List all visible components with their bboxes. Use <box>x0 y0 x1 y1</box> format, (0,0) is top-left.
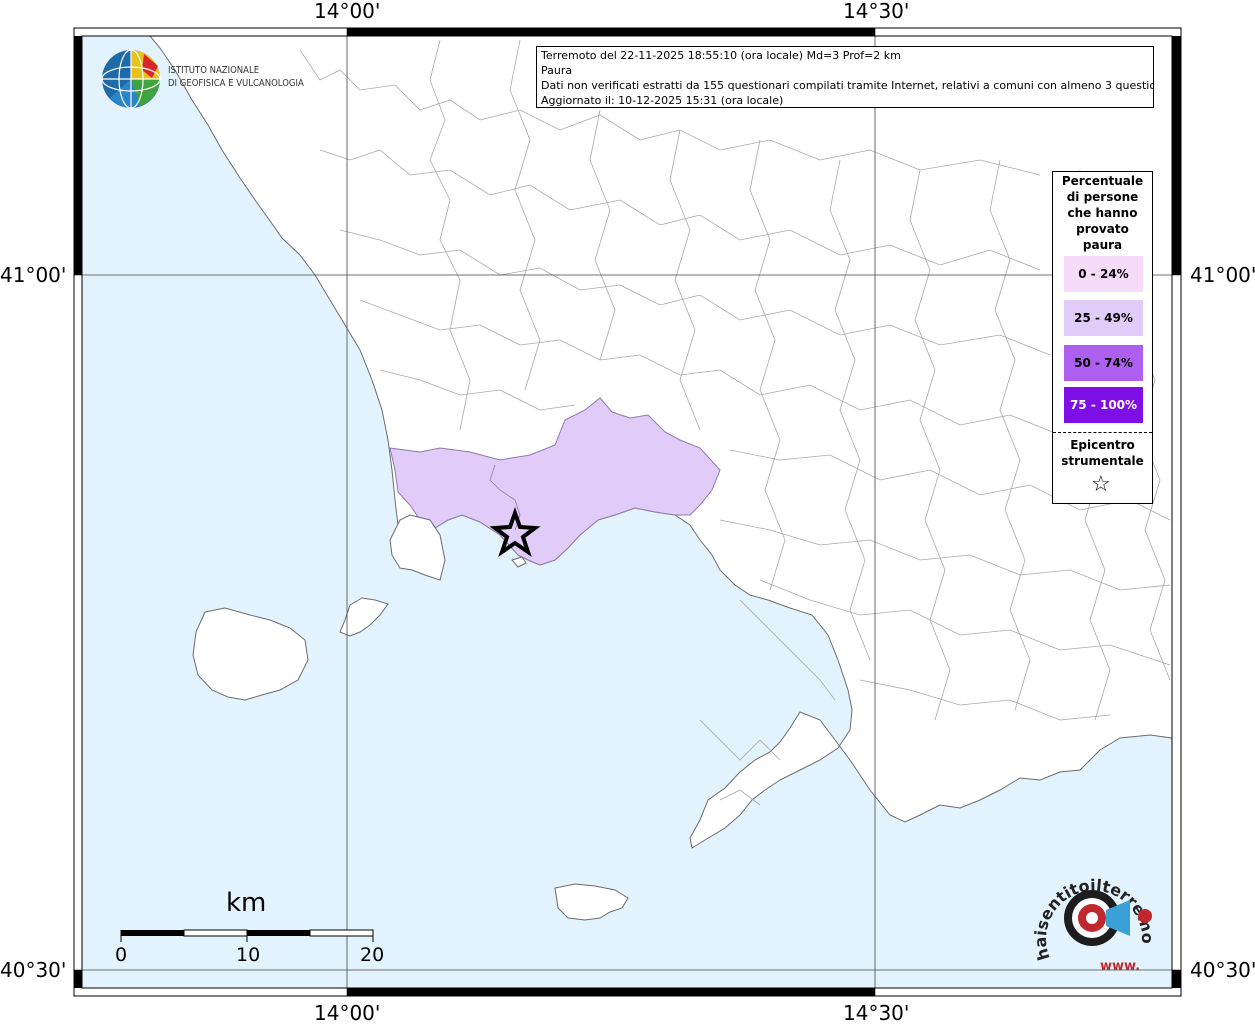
scale-tick-0: 0 <box>115 944 128 966</box>
right-lat-label-bottom: 40°30' <box>1190 958 1255 982</box>
legend-star-icon: ☆ <box>1091 472 1111 497</box>
top-lon-label-left: 14°00' <box>314 0 381 23</box>
legend-class-75-100: 75 - 100% <box>1064 387 1143 423</box>
left-lat-label-bottom: 40°30' <box>0 958 67 982</box>
haisentito-url: www. <box>1100 959 1140 974</box>
legend-class-0-24: 0 - 24% <box>1064 256 1143 292</box>
data-disclaimer: Dati non verificati estratti da 155 ques… <box>541 79 1154 92</box>
logo-line-1: ISTITUTO NAZIONALE <box>168 65 260 76</box>
legend-title-line: Percentuale <box>1061 174 1144 188</box>
legend: Percentuale di persone che hanno provato… <box>1052 171 1153 504</box>
legend-title-line: paura <box>1082 238 1123 252</box>
legend-title-line: provato <box>1076 222 1129 236</box>
event-title: Terremoto del 22-11-2025 18:55:10 (ora l… <box>541 49 901 62</box>
scale-tick-10: 10 <box>236 944 261 966</box>
update-timestamp: Aggiornato il: 10-12-2025 15:31 (ora loc… <box>541 94 784 107</box>
ingv-logo-icon <box>101 49 161 109</box>
legend-epicentre-line: strumentale <box>1061 454 1144 468</box>
legend-separator <box>1053 432 1152 433</box>
right-lat-label-top: 41°00' <box>1190 263 1255 287</box>
scale-unit: km <box>226 888 267 918</box>
legend-title: Percentuale di persone che hanno provato… <box>1053 173 1152 253</box>
map-parameter: Paura <box>541 64 573 77</box>
scale-tick-20: 20 <box>360 944 385 966</box>
bottom-lon-label-left: 14°00' <box>314 1001 381 1025</box>
bottom-lon-label-right: 14°30' <box>843 1001 910 1025</box>
ingv-logo-text: ISTITUTO NAZIONALE DI GEOFISICA E VULCAN… <box>168 64 304 90</box>
event-info-box: Terremoto del 22-11-2025 18:55:10 (ora l… <box>536 46 1154 108</box>
left-lat-label-top: 41°00' <box>0 263 67 287</box>
top-lon-label-right: 14°30' <box>843 0 910 23</box>
legend-class-25-49: 25 - 49% <box>1064 300 1143 336</box>
legend-epicentre-line: Epicentro <box>1070 438 1135 452</box>
legend-title-line: di persone <box>1066 190 1139 204</box>
haisentito-logo-icon: haisentitoilterremoto.it www. <box>1030 870 1157 974</box>
logo-line-2: DI GEOFISICA E VULCANOLOGIA <box>168 78 304 89</box>
legend-epicentre-label: Epicentro strumentale <box>1053 437 1152 469</box>
legend-title-line: che hanno <box>1067 206 1138 220</box>
legend-class-50-74: 50 - 74% <box>1064 345 1143 381</box>
